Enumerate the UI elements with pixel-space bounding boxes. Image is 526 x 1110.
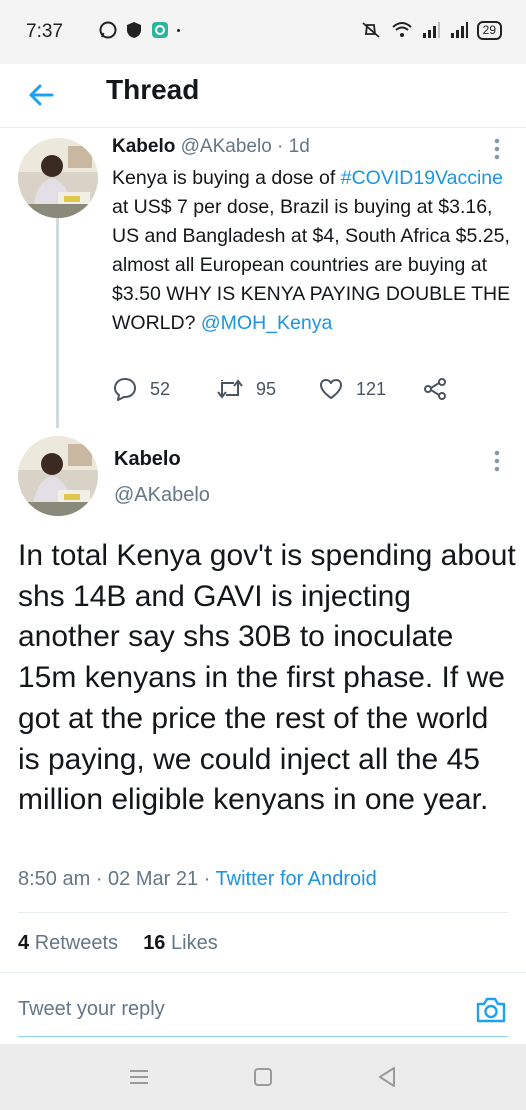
retweets-label: Retweets xyxy=(34,932,119,954)
back-triangle-icon[interactable] xyxy=(374,1064,400,1090)
whatsapp-icon xyxy=(99,21,117,39)
mute-vibrate-icon xyxy=(362,22,380,38)
tweet-age: · 1d xyxy=(277,136,310,157)
page-title: Thread xyxy=(106,74,200,105)
system-icons: 29 xyxy=(359,20,502,40)
reply-input[interactable]: Tweet your reply xyxy=(18,998,165,1021)
tweet-text: In total Kenya gov't is spending about s… xyxy=(18,539,516,817)
more-options-icon[interactable] xyxy=(493,137,501,161)
tweet-time: 8:50 am xyxy=(18,868,91,890)
thread-line xyxy=(56,218,59,428)
status-bar: 7:37 29 xyxy=(0,0,526,64)
shield-icon xyxy=(127,22,141,38)
navigation-bar xyxy=(0,1044,526,1110)
retweet-total: 4 xyxy=(18,932,30,954)
thread-header: Thread xyxy=(0,64,526,128)
user-handle[interactable]: @AKabelo xyxy=(114,484,210,507)
tweet-actions: 52 95 121 xyxy=(112,376,452,404)
divider xyxy=(18,912,508,913)
tweet-stats: 4 Retweets 16 Likes xyxy=(18,932,218,955)
reply-count: 52 xyxy=(150,378,171,399)
reply-icon xyxy=(114,378,136,401)
reply-button[interactable]: 52 xyxy=(112,376,170,402)
menu-icon[interactable] xyxy=(126,1064,152,1090)
wifi-icon xyxy=(391,22,412,37)
avatar[interactable] xyxy=(18,138,98,218)
heart-icon xyxy=(320,379,342,399)
like-button[interactable]: 121 xyxy=(318,376,386,402)
likes-label: Likes xyxy=(171,932,218,954)
camera-icon[interactable] xyxy=(474,993,508,1027)
profile-photo xyxy=(18,436,98,516)
parent-tweet-header: Kabelo @AKabelo · 1d xyxy=(112,136,310,158)
hashtag-link[interactable]: #COVID19Vaccine xyxy=(341,167,503,189)
signal-icon-2 xyxy=(450,22,468,38)
retweet-button[interactable]: 95 xyxy=(216,376,276,402)
status-time: 7:37 xyxy=(26,21,63,42)
battery-icon: 29 xyxy=(476,20,502,40)
likes-stat[interactable]: 16 Likes xyxy=(143,932,218,954)
display-name[interactable]: Kabelo xyxy=(114,448,181,471)
app-notification-icon xyxy=(152,22,168,38)
dot-icon xyxy=(177,29,180,32)
tweet-text-part: Kenya is buying a dose of xyxy=(112,167,341,189)
profile-photo xyxy=(18,138,98,218)
back-arrow-icon[interactable] xyxy=(24,78,58,112)
retweets-stat[interactable]: 4 Retweets xyxy=(18,932,118,954)
like-count: 121 xyxy=(356,378,387,399)
separator: · xyxy=(95,868,109,890)
mention-link[interactable]: @MOH_Kenya xyxy=(201,312,332,334)
avatar[interactable] xyxy=(18,436,98,516)
tweet-metadata: 8:50 am · 02 Mar 21 · Twitter for Androi… xyxy=(18,868,377,891)
display-name[interactable]: Kabelo xyxy=(112,136,175,157)
signal-icon xyxy=(422,22,440,38)
like-total: 16 xyxy=(143,932,166,954)
divider xyxy=(0,972,526,973)
tweet-source-link[interactable]: Twitter for Android xyxy=(216,868,377,890)
more-options-icon[interactable] xyxy=(493,449,501,473)
reply-underline xyxy=(18,1036,508,1037)
tweet-text: Kenya is buying a dose of #COVID19Vaccin… xyxy=(112,164,516,338)
reply-bar: Tweet your reply xyxy=(0,984,526,1042)
home-square-icon[interactable] xyxy=(250,1064,276,1090)
user-handle[interactable]: @AKabelo xyxy=(181,136,272,157)
retweet-count: 95 xyxy=(256,378,277,399)
retweet-icon xyxy=(217,379,243,399)
separator: · xyxy=(203,868,216,890)
share-icon[interactable] xyxy=(422,376,448,402)
notification-icons xyxy=(98,20,186,40)
tweet-date: 02 Mar 21 xyxy=(108,868,199,890)
